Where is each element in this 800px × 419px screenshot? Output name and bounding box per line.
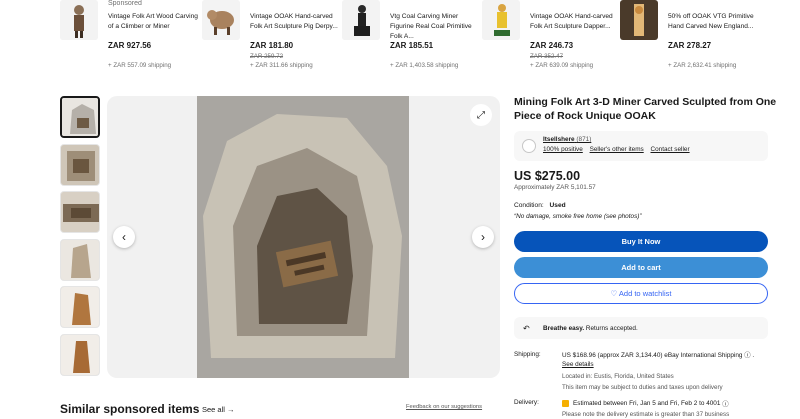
sponsored-item-price: ZAR 927.56: [108, 41, 152, 50]
return-arrow-icon: ↶: [523, 323, 530, 333]
sponsored-item-price: ZAR 185.51: [390, 41, 434, 50]
returns-strong: Breathe easy.: [543, 324, 585, 332]
contact-seller-link[interactable]: Contact seller: [651, 146, 690, 153]
see-all-link[interactable]: See all →: [202, 405, 235, 414]
sponsored-item-image[interactable]: [342, 0, 380, 40]
buy-it-now-button[interactable]: Buy It Now: [514, 231, 768, 252]
thumbnail[interactable]: [60, 191, 100, 233]
returns-text: Returns accepted.: [585, 324, 638, 332]
chevron-right-icon[interactable]: ›: [472, 226, 494, 248]
sponsored-item-shipping: + ZAR 2,632.41 shipping: [668, 62, 737, 69]
item-price: US $275.00: [514, 169, 581, 183]
thumbnail[interactable]: [60, 286, 100, 328]
sponsored-item-price: ZAR 246.73: [530, 41, 574, 50]
sponsored-item-title[interactable]: Vintage OOAK Hand-carved Folk Art Sculpt…: [530, 12, 622, 32]
sponsored-item-shipping: + ZAR 1,403.58 shipping: [390, 62, 459, 69]
thumbnail[interactable]: [60, 238, 100, 281]
delivery-label: Delivery:: [514, 399, 539, 406]
listing-title: Mining Folk Art 3-D Miner Carved Sculpte…: [514, 96, 777, 122]
delivery-note: Please note the delivery estimate is gre…: [562, 411, 730, 418]
sponsored-item[interactable]: Vtg Coal Carving Miner Figurine Real Coa…: [342, 0, 482, 74]
sponsored-item-title[interactable]: 50% off OOAK VTG Primitive Hand Carved N…: [668, 12, 760, 32]
condition-label: Condition:: [514, 202, 544, 209]
thumbnail[interactable]: [60, 333, 100, 376]
expand-icon[interactable]: ⤢: [470, 104, 492, 126]
condition-note: “No damage, smoke free home (see photos)…: [514, 213, 642, 220]
main-product-image[interactable]: ‹ › ⤢: [107, 96, 500, 378]
sponsored-item-image[interactable]: [60, 0, 98, 40]
sponsored-item-image[interactable]: [202, 0, 240, 40]
sponsored-item-shipping: + ZAR 311.66 shipping: [250, 62, 313, 69]
sponsored-item[interactable]: Vintage OOAK Hand-carved Folk Art Sculpt…: [482, 0, 622, 74]
seller-avatar[interactable]: [522, 139, 536, 153]
seller-name-line: Itsellshere (871): [543, 136, 591, 143]
shipping-label: Shipping:: [514, 351, 541, 358]
calendar-icon: [562, 400, 569, 407]
sponsored-item-price: ZAR 278.27: [668, 41, 712, 50]
seller-positive-link[interactable]: 100% positive: [543, 146, 583, 153]
sponsored-item[interactable]: Vintage OOAK Hand-carved Folk Art Sculpt…: [202, 0, 342, 74]
seller-links: 100% positive Seller's other items Conta…: [543, 146, 695, 153]
sponsored-item-title[interactable]: Vintage Folk Art Wood Carving of a Climb…: [108, 12, 200, 32]
info-icon[interactable]: ⓘ: [744, 352, 750, 359]
thumbnail[interactable]: [60, 96, 100, 138]
seller-card: Itsellshere (871) 100% positive Seller's…: [514, 131, 768, 161]
sponsored-item-image[interactable]: [482, 0, 520, 40]
sponsored-item-price: ZAR 181.80: [250, 41, 294, 50]
see-all-label: See all: [202, 405, 225, 414]
sponsored-item-was-price: ZAR 259.72: [250, 53, 284, 60]
seller-name-link[interactable]: Itsellshere: [543, 136, 575, 143]
condition-value: Used: [549, 202, 566, 209]
add-to-cart-button[interactable]: Add to cart: [514, 257, 768, 278]
sponsored-item-shipping: + ZAR 557.09 shipping: [108, 62, 172, 69]
thumbnail[interactable]: [60, 143, 100, 186]
product-photo: [197, 96, 409, 378]
arrow-right-icon: →: [227, 405, 235, 414]
seller-feedback-count: (871): [576, 136, 592, 143]
sponsored-item-shipping: + ZAR 639.09 shipping: [530, 62, 594, 69]
returns-banner: ↶ Breathe easy. Returns accepted.: [514, 317, 768, 339]
sponsored-item-image[interactable]: [620, 0, 658, 40]
thumbnail-list: [60, 96, 104, 381]
info-icon[interactable]: ⓘ: [720, 399, 728, 408]
similar-items-heading: Similar sponsored items: [60, 402, 200, 416]
sponsored-item-title[interactable]: Vintage OOAK Hand-carved Folk Art Sculpt…: [250, 12, 342, 32]
feedback-link[interactable]: Feedback on our suggestions: [406, 404, 482, 410]
sponsored-item-title[interactable]: Vtg Coal Carving Miner Figurine Real Coa…: [390, 12, 482, 42]
delivery-estimate-text: Estimated between Fri, Jan 5 and Fri, Fe…: [573, 400, 721, 407]
approx-price: Approximately ZAR 5,101.57: [514, 184, 596, 191]
sponsored-item-was-price: ZAR 352.47: [530, 53, 564, 60]
seller-other-items-link[interactable]: Seller's other items: [590, 146, 644, 153]
item-location: Located in: Eustis, Florida, United Stat…: [562, 373, 674, 380]
see-details-link[interactable]: See details: [562, 361, 594, 368]
delivery-estimate: Estimated between Fri, Jan 5 and Fri, Fe…: [562, 399, 792, 408]
duties-note: This item may be subject to duties and t…: [562, 384, 723, 391]
condition-row: Condition: Used: [514, 202, 566, 209]
shipping-cost: US $168.96 (approx ZAR 3,134.40) eBay In…: [562, 352, 743, 359]
sponsored-item[interactable]: 50% off OOAK VTG Primitive Hand Carved N…: [620, 0, 760, 74]
shipping-info: US $168.96 (approx ZAR 3,134.40) eBay In…: [562, 352, 755, 368]
chevron-left-icon[interactable]: ‹: [113, 226, 135, 248]
sponsored-item[interactable]: Vintage Folk Art Wood Carving of a Climb…: [60, 0, 200, 74]
add-to-watchlist-button[interactable]: ♡ Add to watchlist: [514, 283, 768, 304]
